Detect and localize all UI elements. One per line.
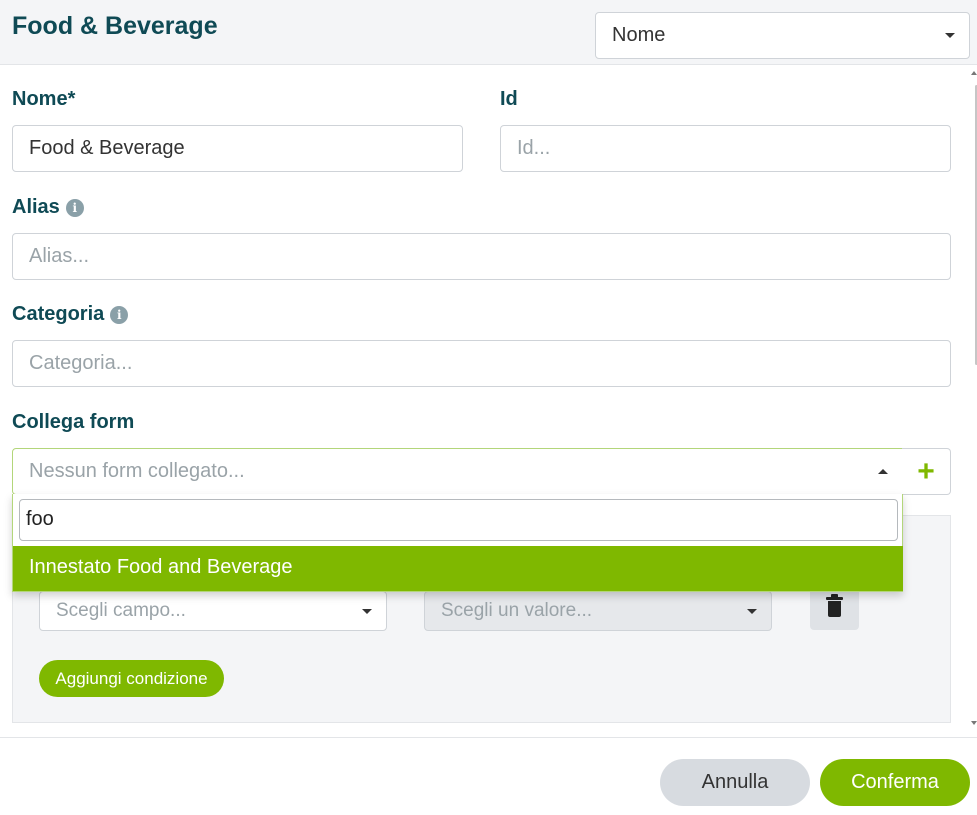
info-icon[interactable]: i — [65, 198, 84, 217]
nome-label: Nome* — [12, 88, 75, 111]
collega-form-select[interactable]: Nessun form collegato... — [12, 448, 903, 495]
categoria-label: Categoria i — [12, 303, 129, 326]
trash-icon-body — [828, 601, 841, 617]
chevron-up-icon — [878, 469, 888, 474]
alias-label: Alias i — [12, 196, 84, 219]
collega-form-label: Collega form — [12, 411, 134, 434]
alias-label-text: Alias — [12, 196, 60, 218]
chevron-down-icon — [362, 609, 372, 614]
info-icon[interactable]: i — [110, 305, 129, 324]
value-select[interactable]: Scegli un valore... — [424, 591, 772, 631]
scrollbar[interactable] — [970, 65, 977, 735]
add-condition-button[interactable]: Aggiungi condizione — [39, 660, 224, 697]
alias-field[interactable]: Alias... — [12, 233, 951, 280]
cancel-button[interactable]: Annulla — [660, 759, 810, 806]
plus-icon: + — [917, 455, 935, 488]
categoria-field[interactable]: Categoria... — [12, 340, 951, 387]
delete-condition-button[interactable] — [810, 587, 859, 630]
field-select-placeholder: Scegli campo... — [56, 600, 186, 621]
id-field[interactable]: Id... — [500, 125, 951, 172]
collega-form-dropdown: foo Innestato Food and Beverage — [12, 494, 903, 592]
dropdown-search-input[interactable]: foo — [19, 499, 898, 541]
chevron-down-icon — [945, 33, 955, 38]
language-select[interactable]: Nome — [595, 12, 970, 59]
collega-form-label-text: Collega form — [12, 411, 135, 433]
value-select-placeholder: Scegli un valore... — [441, 600, 593, 621]
page-title: Food & Beverage — [12, 12, 218, 40]
confirm-button[interactable]: Conferma — [820, 759, 970, 806]
collega-form-placeholder: Nessun form collegato... — [29, 460, 245, 482]
scroll-down-icon[interactable] — [971, 721, 977, 725]
id-label: Id — [500, 88, 518, 111]
chevron-down-icon — [747, 609, 757, 614]
categoria-label-text: Categoria — [12, 303, 105, 325]
nome-field[interactable]: Food & Beverage — [12, 125, 463, 172]
add-form-button[interactable]: + — [902, 448, 951, 495]
language-select-value: Nome — [612, 24, 666, 46]
nome-label-text: Nome* — [12, 88, 76, 110]
dropdown-option[interactable]: Innestato Food and Beverage — [13, 546, 903, 591]
scroll-up-icon[interactable] — [971, 71, 977, 75]
modal-footer: Annulla Conferma — [0, 737, 977, 815]
id-label-text: Id — [500, 88, 518, 110]
modal-header: Food & Beverage Nome — [0, 0, 977, 65]
field-select[interactable]: Scegli campo... — [39, 591, 387, 631]
trash-icon-lid — [826, 597, 843, 600]
